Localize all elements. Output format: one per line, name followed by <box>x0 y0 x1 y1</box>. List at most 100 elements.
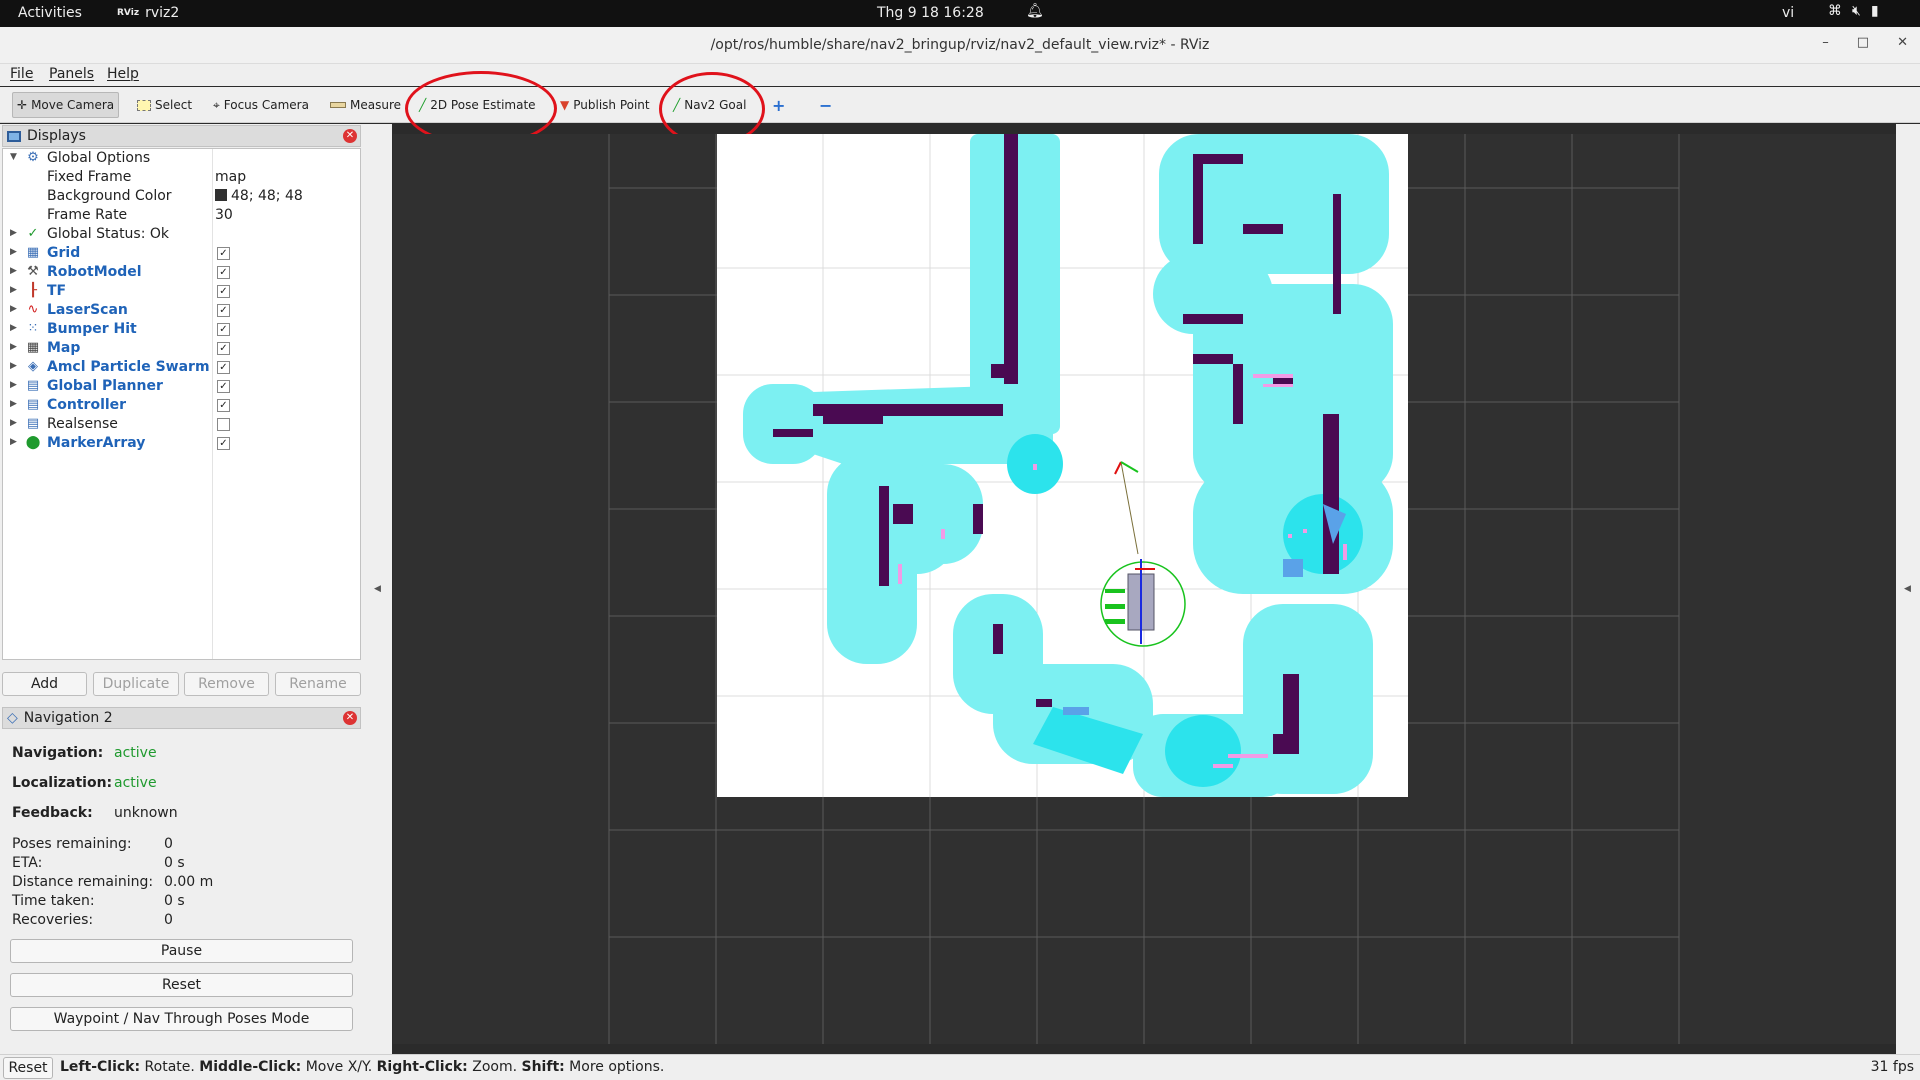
app-menu[interactable]: RViz rviz2 <box>117 5 179 21</box>
expand-arrow-icon[interactable]: ▶ <box>10 266 17 276</box>
collapse-left-icon[interactable]: ◀ <box>374 584 381 594</box>
language-indicator[interactable]: vi <box>1782 5 1794 21</box>
remove-display-button[interactable]: Remove <box>184 672 269 696</box>
tool-bar: ✛ Move Camera Select ⌖ Focus Camera Meas… <box>0 87 1920 123</box>
displays-panel-header[interactable]: Displays ✕ <box>2 125 361 147</box>
menu-help[interactable]: Help <box>107 66 139 82</box>
clock[interactable]: Thg 9 18 16:28 <box>877 5 984 21</box>
left-splitter[interactable]: ◀ <box>362 124 392 1054</box>
navigation-status: active <box>114 745 157 761</box>
expand-arrow-icon[interactable]: ▶ <box>10 228 17 238</box>
display-item-grid[interactable]: ▶ ▦ Grid ✓ <box>3 244 360 263</box>
wheel <box>1105 604 1125 609</box>
map-pin-icon: ▼ <box>560 98 570 112</box>
tree-row-global-status[interactable]: ▶ ✓ Global Status: Ok <box>3 225 360 244</box>
enable-checkbox[interactable]: ✓ <box>217 437 230 450</box>
enable-checkbox[interactable]: ✓ <box>217 266 230 279</box>
enable-checkbox[interactable]: ✓ <box>217 247 230 260</box>
move-camera-tool[interactable]: ✛ Move Camera <box>12 92 120 118</box>
expand-arrow-icon[interactable]: ▶ <box>10 380 17 390</box>
map-canvas[interactable] <box>393 134 1896 1044</box>
tree-row-fixed-frame[interactable]: Fixed Frame map <box>3 168 360 187</box>
distance-remaining-value: 0.00 m <box>164 874 214 890</box>
publish-point-tool[interactable]: ▼ Publish Point <box>556 92 654 118</box>
display-item-bumper-hit[interactable]: ▶ ⁙ Bumper Hit ✓ <box>3 320 360 339</box>
move-camera-label: Move Camera <box>31 98 115 112</box>
expand-arrow-icon[interactable]: ▶ <box>10 285 17 295</box>
display-item-tf[interactable]: ▶ ┠ TF ✓ <box>3 282 360 301</box>
display-item-robotmodel[interactable]: ▶ ⚒ RobotModel ✓ <box>3 263 360 282</box>
expand-arrow-icon[interactable]: ▶ <box>10 418 17 428</box>
property-label: Fixed Frame <box>47 169 132 185</box>
tree-row-frame-rate[interactable]: Frame Rate 30 <box>3 206 360 225</box>
color-swatch <box>215 189 227 201</box>
pause-button[interactable]: Pause <box>10 939 353 963</box>
reset-nav-button[interactable]: Reset <box>10 973 353 997</box>
display-item-controller[interactable]: ▶ ▤ Controller ✓ <box>3 396 360 415</box>
close-icon[interactable]: ✕ <box>343 129 357 143</box>
fps-counter: 31 fps <box>1870 1059 1914 1075</box>
ruler-icon <box>330 102 346 108</box>
navigation-label: Navigation: <box>12 745 104 761</box>
enable-checkbox[interactable]: ✓ <box>217 361 230 374</box>
property-value[interactable]: 48; 48; 48 <box>215 188 303 204</box>
expand-arrow-icon[interactable]: ▼ <box>10 152 17 162</box>
navigation-panel-header[interactable]: ◇ Navigation 2 ✕ <box>2 707 361 729</box>
property-value[interactable]: map <box>215 169 246 185</box>
remove-tool-button[interactable]: − <box>815 92 836 118</box>
render-viewport[interactable] <box>393 134 1896 1044</box>
enable-checkbox[interactable]: ✓ <box>217 399 230 412</box>
expand-arrow-icon[interactable]: ▶ <box>10 247 17 257</box>
particle-icon: ◈ <box>28 359 38 374</box>
property-label: Frame Rate <box>47 207 128 223</box>
tree-row-background-color[interactable]: Background Color 48; 48; 48 <box>3 187 360 206</box>
activities-button[interactable]: Activities <box>18 5 82 21</box>
display-label: MarkerArray <box>47 435 146 451</box>
measure-tool[interactable]: Measure <box>326 92 405 118</box>
expand-arrow-icon[interactable]: ▶ <box>10 361 17 371</box>
reset-view-button[interactable]: Reset <box>3 1057 53 1079</box>
enable-checkbox[interactable]: ✓ <box>217 380 230 393</box>
enable-checkbox[interactable]: ✓ <box>217 304 230 317</box>
display-item-markerarray[interactable]: ▶ ⬤ MarkerArray ✓ <box>3 434 360 453</box>
time-taken-value: 0 s <box>164 893 185 909</box>
maximize-button[interactable]: □ <box>1857 35 1869 50</box>
display-label: Map <box>47 340 81 356</box>
display-item-map[interactable]: ▶ ▦ Map ✓ <box>3 339 360 358</box>
recoveries-value: 0 <box>164 912 173 928</box>
display-item-realsense[interactable]: ▶ ▤ Realsense <box>3 415 360 434</box>
help-key: Middle-Click: <box>199 1059 302 1075</box>
expand-arrow-icon[interactable]: ▶ <box>10 399 17 409</box>
displays-tree: ▼ ⚙ Global Options Fixed Frame map Backg… <box>2 148 361 660</box>
add-tool-button[interactable]: + <box>768 92 789 118</box>
enable-checkbox[interactable] <box>217 418 230 431</box>
focus-camera-tool[interactable]: ⌖ Focus Camera <box>209 92 313 118</box>
display-item-laserscan[interactable]: ▶ ∿ LaserScan ✓ <box>3 301 360 320</box>
add-display-button[interactable]: Add <box>2 672 87 696</box>
property-value[interactable]: 30 <box>215 207 233 223</box>
close-button[interactable]: ✕ <box>1897 35 1908 50</box>
menu-file[interactable]: File <box>10 66 33 82</box>
minimize-button[interactable]: – <box>1822 35 1829 50</box>
expand-arrow-icon[interactable]: ▶ <box>10 437 17 447</box>
expand-arrow-icon[interactable]: ▶ <box>10 304 17 314</box>
select-tool[interactable]: Select <box>133 92 196 118</box>
expand-arrow-icon[interactable]: ▶ <box>10 342 17 352</box>
close-icon[interactable]: ✕ <box>343 711 357 725</box>
display-item-global-planner[interactable]: ▶ ▤ Global Planner ✓ <box>3 377 360 396</box>
enable-checkbox[interactable]: ✓ <box>217 342 230 355</box>
rviz-logo-icon: RViz <box>117 8 140 18</box>
tree-row-global-options[interactable]: ▼ ⚙ Global Options <box>3 149 360 168</box>
enable-checkbox[interactable]: ✓ <box>217 323 230 336</box>
system-tray[interactable]: ⌘ 🔇︎ ▮ <box>1828 3 1879 19</box>
collapse-right-icon[interactable]: ◀ <box>1904 584 1911 594</box>
rename-display-button[interactable]: Rename <box>275 672 361 696</box>
expand-arrow-icon[interactable]: ▶ <box>10 323 17 333</box>
right-splitter[interactable]: ◀ <box>1896 124 1920 1054</box>
enable-checkbox[interactable]: ✓ <box>217 285 230 298</box>
waypoint-mode-button[interactable]: Waypoint / Nav Through Poses Mode <box>10 1007 353 1031</box>
select-icon <box>137 99 151 111</box>
display-item-amcl-particle-swarm[interactable]: ▶ ◈ Amcl Particle Swarm ✓ <box>3 358 360 377</box>
duplicate-display-button[interactable]: Duplicate <box>93 672 179 696</box>
menu-panels[interactable]: Panels <box>49 66 94 82</box>
